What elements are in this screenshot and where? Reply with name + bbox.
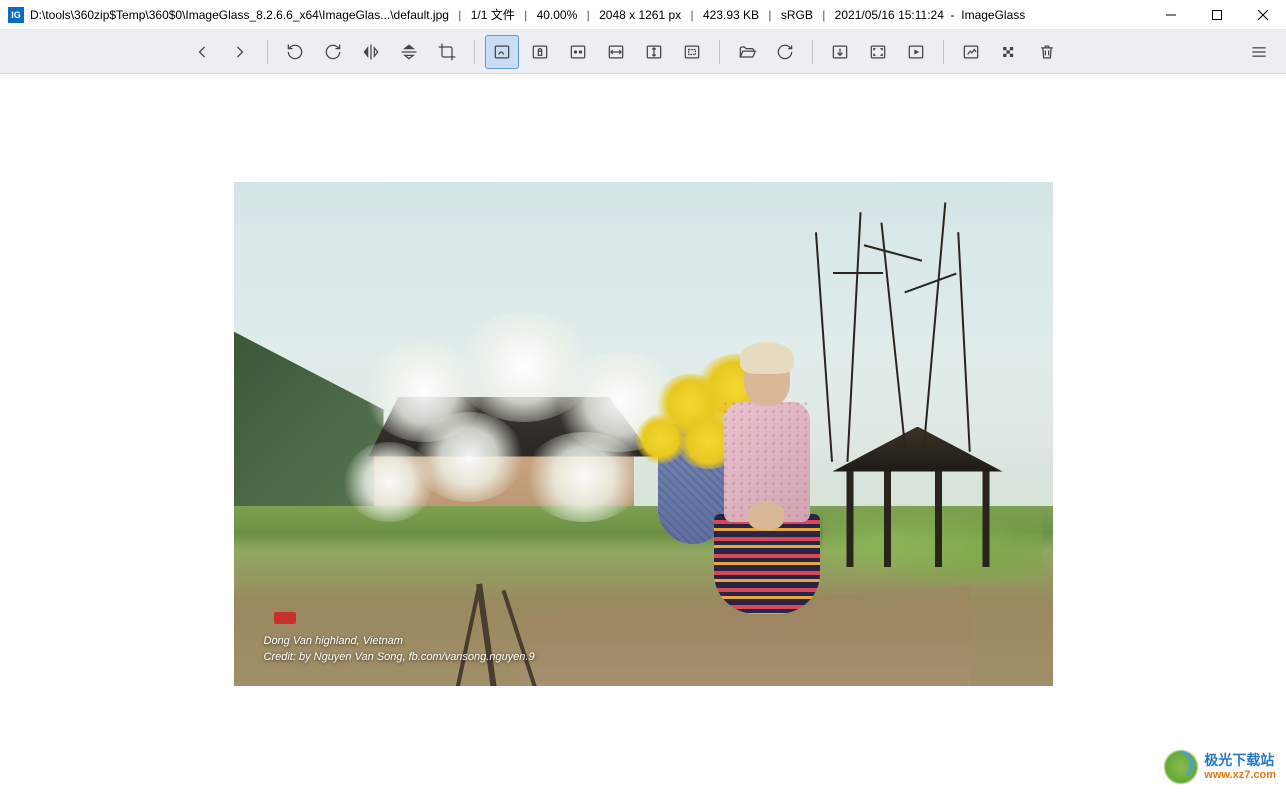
app-name: ImageGlass <box>961 8 1025 22</box>
scale-to-width-button[interactable] <box>599 35 633 69</box>
file-count: 1/1 文件 <box>471 8 515 22</box>
caption-line-2: Credit: by Nguyen Van Song, fb.com/vanso… <box>264 649 535 666</box>
flip-horizontal-button[interactable] <box>354 35 388 69</box>
prev-image-button[interactable] <box>185 35 219 69</box>
toolbar-separator <box>719 40 720 64</box>
next-image-button[interactable] <box>223 35 257 69</box>
zoom-level: 40.00% <box>537 8 578 22</box>
crop-button[interactable] <box>430 35 464 69</box>
actual-size-button[interactable] <box>561 35 595 69</box>
toolbar-separator <box>267 40 268 64</box>
image-dimensions: 2048 x 1261 px <box>599 8 681 22</box>
window-controls <box>1148 0 1286 30</box>
toolbar-separator <box>474 40 475 64</box>
main-toolbar <box>0 30 1286 74</box>
fullscreen-button[interactable] <box>861 35 895 69</box>
slideshow-button[interactable] <box>899 35 933 69</box>
scale-to-height-button[interactable] <box>637 35 671 69</box>
delete-button[interactable] <box>1030 35 1064 69</box>
file-datetime: 2021/05/16 15:11:24 <box>835 8 944 22</box>
site-watermark: 极光下载站 www.xz7.com <box>1163 749 1276 785</box>
rotate-cw-button[interactable] <box>316 35 350 69</box>
flip-vertical-button[interactable] <box>392 35 426 69</box>
watermark-title: 极光下载站 <box>1204 753 1276 768</box>
image-caption: Dong Van highland, Vietnam Credit: by Ng… <box>264 633 535 666</box>
minimize-button[interactable] <box>1148 0 1194 30</box>
watermark-url: www.xz7.com <box>1204 769 1276 781</box>
image-viewport[interactable]: Dong Van highland, Vietnam Credit: by Ng… <box>0 74 1286 793</box>
open-file-button[interactable] <box>730 35 764 69</box>
auto-zoom-button[interactable] <box>485 35 519 69</box>
caption-line-1: Dong Van highland, Vietnam <box>264 633 535 650</box>
lock-zoom-button[interactable] <box>523 35 557 69</box>
file-path: D:\tools\360zip$Temp\360$0\ImageGlass_8.… <box>30 8 449 22</box>
app-icon: IG <box>8 7 24 23</box>
close-button[interactable] <box>1240 0 1286 30</box>
color-space: sRGB <box>781 8 813 22</box>
thumbnail-bar-button[interactable] <box>954 35 988 69</box>
titlebar-text: D:\tools\360zip$Temp\360$0\ImageGlass_8.… <box>30 6 1148 23</box>
scale-to-fit-button[interactable] <box>675 35 709 69</box>
main-menu-button[interactable] <box>1242 35 1276 69</box>
maximize-button[interactable] <box>1194 0 1240 30</box>
goto-button[interactable] <box>823 35 857 69</box>
rotate-ccw-button[interactable] <box>278 35 312 69</box>
toolbar-separator <box>943 40 944 64</box>
checkerboard-button[interactable] <box>992 35 1026 69</box>
refresh-button[interactable] <box>768 35 802 69</box>
displayed-image: Dong Van highland, Vietnam Credit: by Ng… <box>234 182 1053 686</box>
toolbar-separator <box>812 40 813 64</box>
watermark-logo-icon <box>1163 749 1199 785</box>
window-titlebar: IG D:\tools\360zip$Temp\360$0\ImageGlass… <box>0 0 1286 30</box>
file-size: 423.93 KB <box>703 8 759 22</box>
